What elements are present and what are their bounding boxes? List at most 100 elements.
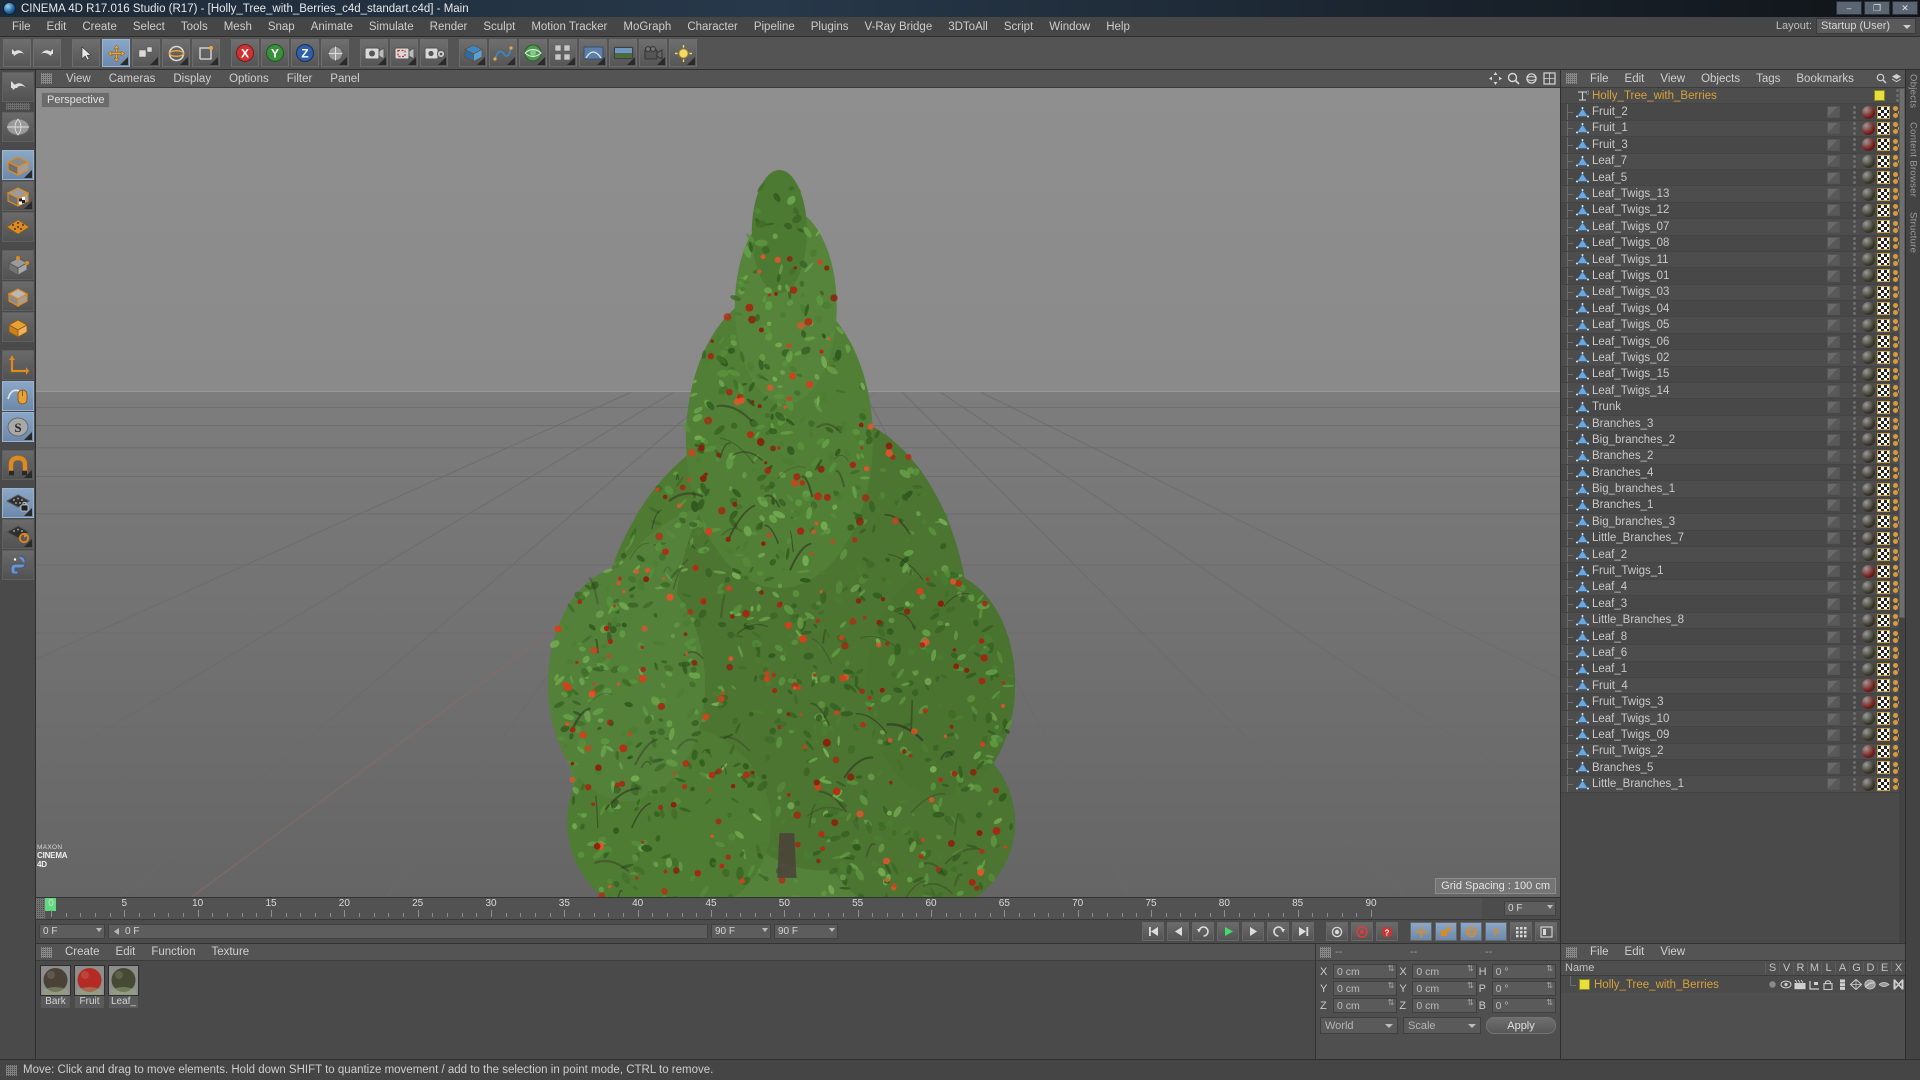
- slider-left-arrow-icon[interactable]: [112, 927, 121, 936]
- material-tag[interactable]: [1862, 449, 1875, 463]
- display-tag[interactable]: [1827, 220, 1840, 233]
- texture-tag[interactable]: [1877, 236, 1890, 250]
- display-tag[interactable]: [1827, 646, 1840, 659]
- texture-tag[interactable]: [1877, 564, 1890, 578]
- coord-field-size-2[interactable]: 0 cm ⇅: [1412, 998, 1477, 1013]
- viewport-menu-filter[interactable]: Filter: [278, 70, 322, 88]
- material-item[interactable]: Fruit: [74, 965, 105, 1009]
- tool-undo-view[interactable]: [1, 72, 34, 102]
- move-tool-button[interactable]: [102, 39, 130, 67]
- redo-button[interactable]: [33, 39, 61, 67]
- material-tag[interactable]: [1862, 105, 1875, 119]
- object-row[interactable]: Little_Branches_7: [1561, 530, 1905, 547]
- material-tag[interactable]: [1862, 744, 1875, 758]
- menu-plugins[interactable]: Plugins: [803, 17, 857, 37]
- coord-field-rot-0[interactable]: 0 ° ⇅: [1491, 964, 1556, 979]
- display-tag[interactable]: [1827, 188, 1840, 201]
- add-cube-button[interactable]: [459, 39, 487, 67]
- attribute-column-s[interactable]: S: [1765, 962, 1779, 974]
- render-settings-button[interactable]: [420, 39, 448, 67]
- material-tag[interactable]: [1862, 302, 1875, 316]
- material-preview-sphere[interactable]: [108, 965, 139, 996]
- texture-tag[interactable]: [1877, 105, 1890, 119]
- window-controls[interactable]: – ❐ ✕: [1836, 1, 1918, 15]
- texture-tag[interactable]: [1877, 187, 1890, 201]
- menu-pipeline[interactable]: Pipeline: [746, 17, 803, 37]
- material-tag[interactable]: [1862, 695, 1875, 709]
- texture-tag[interactable]: [1877, 335, 1890, 349]
- material-tag[interactable]: [1862, 728, 1875, 742]
- point-level-anim-button[interactable]: [1510, 922, 1532, 941]
- viewport-menu-display[interactable]: Display: [164, 70, 220, 88]
- viewport-menu-options[interactable]: Options: [220, 70, 278, 88]
- menu-v-ray-bridge[interactable]: V-Ray Bridge: [856, 17, 940, 37]
- object-row[interactable]: Leaf_Twigs_01: [1561, 268, 1905, 285]
- display-tag[interactable]: [1827, 532, 1840, 545]
- attribute-menu-file[interactable]: File: [1582, 944, 1617, 961]
- display-tag[interactable]: [1827, 384, 1840, 397]
- coord-field-size-0[interactable]: 0 cm ⇅: [1412, 964, 1477, 979]
- menu-simulate[interactable]: Simulate: [361, 17, 422, 37]
- attribute-object-row[interactable]: Holly_Tree_with_Berries: [1561, 976, 1905, 993]
- viewport-header-icons[interactable]: [1489, 72, 1556, 85]
- render-view-button[interactable]: [360, 39, 388, 67]
- display-tag[interactable]: [1827, 597, 1840, 610]
- texture-tag[interactable]: [1877, 302, 1890, 316]
- display-tag[interactable]: [1827, 745, 1840, 758]
- object-menu-bookmarks[interactable]: Bookmarks: [1788, 70, 1862, 88]
- coordinate-mode-dropdown[interactable]: Scale: [1403, 1017, 1481, 1034]
- object-row[interactable]: Little_Branches_1: [1561, 776, 1905, 793]
- menu-help[interactable]: Help: [1098, 17, 1138, 37]
- coord-field-rot-2[interactable]: 0 ° ⇅: [1491, 998, 1556, 1013]
- material-tag[interactable]: [1862, 121, 1875, 135]
- undo-button[interactable]: [3, 39, 31, 67]
- texture-tag[interactable]: [1877, 712, 1890, 726]
- material-tag[interactable]: [1862, 220, 1875, 234]
- texture-tag[interactable]: [1877, 417, 1890, 430]
- object-list[interactable]: 0 Holly_Tree_with_Berries Fruit_2 Fruit_1 Fr…: [1561, 88, 1905, 943]
- world-object-coord-button[interactable]: [321, 39, 349, 67]
- object-row[interactable]: Leaf_2: [1561, 546, 1905, 564]
- material-tag[interactable]: [1862, 531, 1875, 545]
- display-tag[interactable]: [1827, 466, 1840, 479]
- coord-field-size-1[interactable]: 0 cm ⇅: [1412, 981, 1477, 996]
- material-tag[interactable]: [1862, 384, 1875, 398]
- tool-make-editable[interactable]: [1, 112, 34, 142]
- object-row[interactable]: Leaf_6: [1561, 645, 1905, 662]
- texture-tag[interactable]: [1877, 138, 1890, 152]
- material-menu-texture[interactable]: Texture: [203, 944, 257, 961]
- texture-tag[interactable]: [1877, 548, 1890, 562]
- attribute-column-m[interactable]: M: [1807, 962, 1821, 974]
- display-tag[interactable]: [1827, 548, 1840, 561]
- previous-key-button[interactable]: [1192, 922, 1214, 941]
- tool-axis-mode[interactable]: [1, 312, 34, 342]
- scale-key-button[interactable]: [1435, 922, 1457, 941]
- material-tag[interactable]: [1862, 498, 1875, 512]
- add-floor-button[interactable]: [609, 39, 637, 67]
- flag-v-icon[interactable]: [1779, 980, 1793, 989]
- spinner-icon[interactable]: ⇅: [1546, 965, 1553, 973]
- texture-tag[interactable]: [1877, 531, 1890, 545]
- perspective-viewport[interactable]: Y X Z Perspective Grid Spacing : 100 cm …: [36, 88, 1560, 897]
- flag-r-icon[interactable]: [1793, 979, 1807, 990]
- object-row[interactable]: Branches_3: [1561, 415, 1905, 433]
- object-row[interactable]: Fruit_Twigs_3: [1561, 694, 1905, 711]
- viewport-menu-view[interactable]: View: [57, 70, 100, 88]
- autokey-button[interactable]: [1351, 922, 1373, 941]
- attribute-column-r[interactable]: R: [1793, 962, 1807, 974]
- panel-grip-icon[interactable]: [41, 946, 52, 958]
- record-active-button[interactable]: [1326, 922, 1348, 941]
- apply-button[interactable]: Apply: [1486, 1017, 1556, 1034]
- object-menu-view[interactable]: View: [1652, 70, 1693, 88]
- material-tag[interactable]: [1862, 662, 1875, 676]
- coord-field-pos-0[interactable]: 0 cm ⇅: [1333, 964, 1398, 979]
- material-tag[interactable]: [1862, 679, 1875, 693]
- object-row[interactable]: Leaf_Twigs_02: [1561, 350, 1905, 367]
- texture-tag[interactable]: [1877, 646, 1890, 660]
- material-tag[interactable]: [1862, 318, 1875, 332]
- tool-world-axis[interactable]: [1, 350, 34, 380]
- tool-polygons-mode[interactable]: [1, 281, 34, 311]
- texture-tag[interactable]: [1877, 498, 1890, 512]
- lock-z-axis-button[interactable]: Z: [291, 39, 319, 67]
- texture-tag[interactable]: [1877, 220, 1890, 234]
